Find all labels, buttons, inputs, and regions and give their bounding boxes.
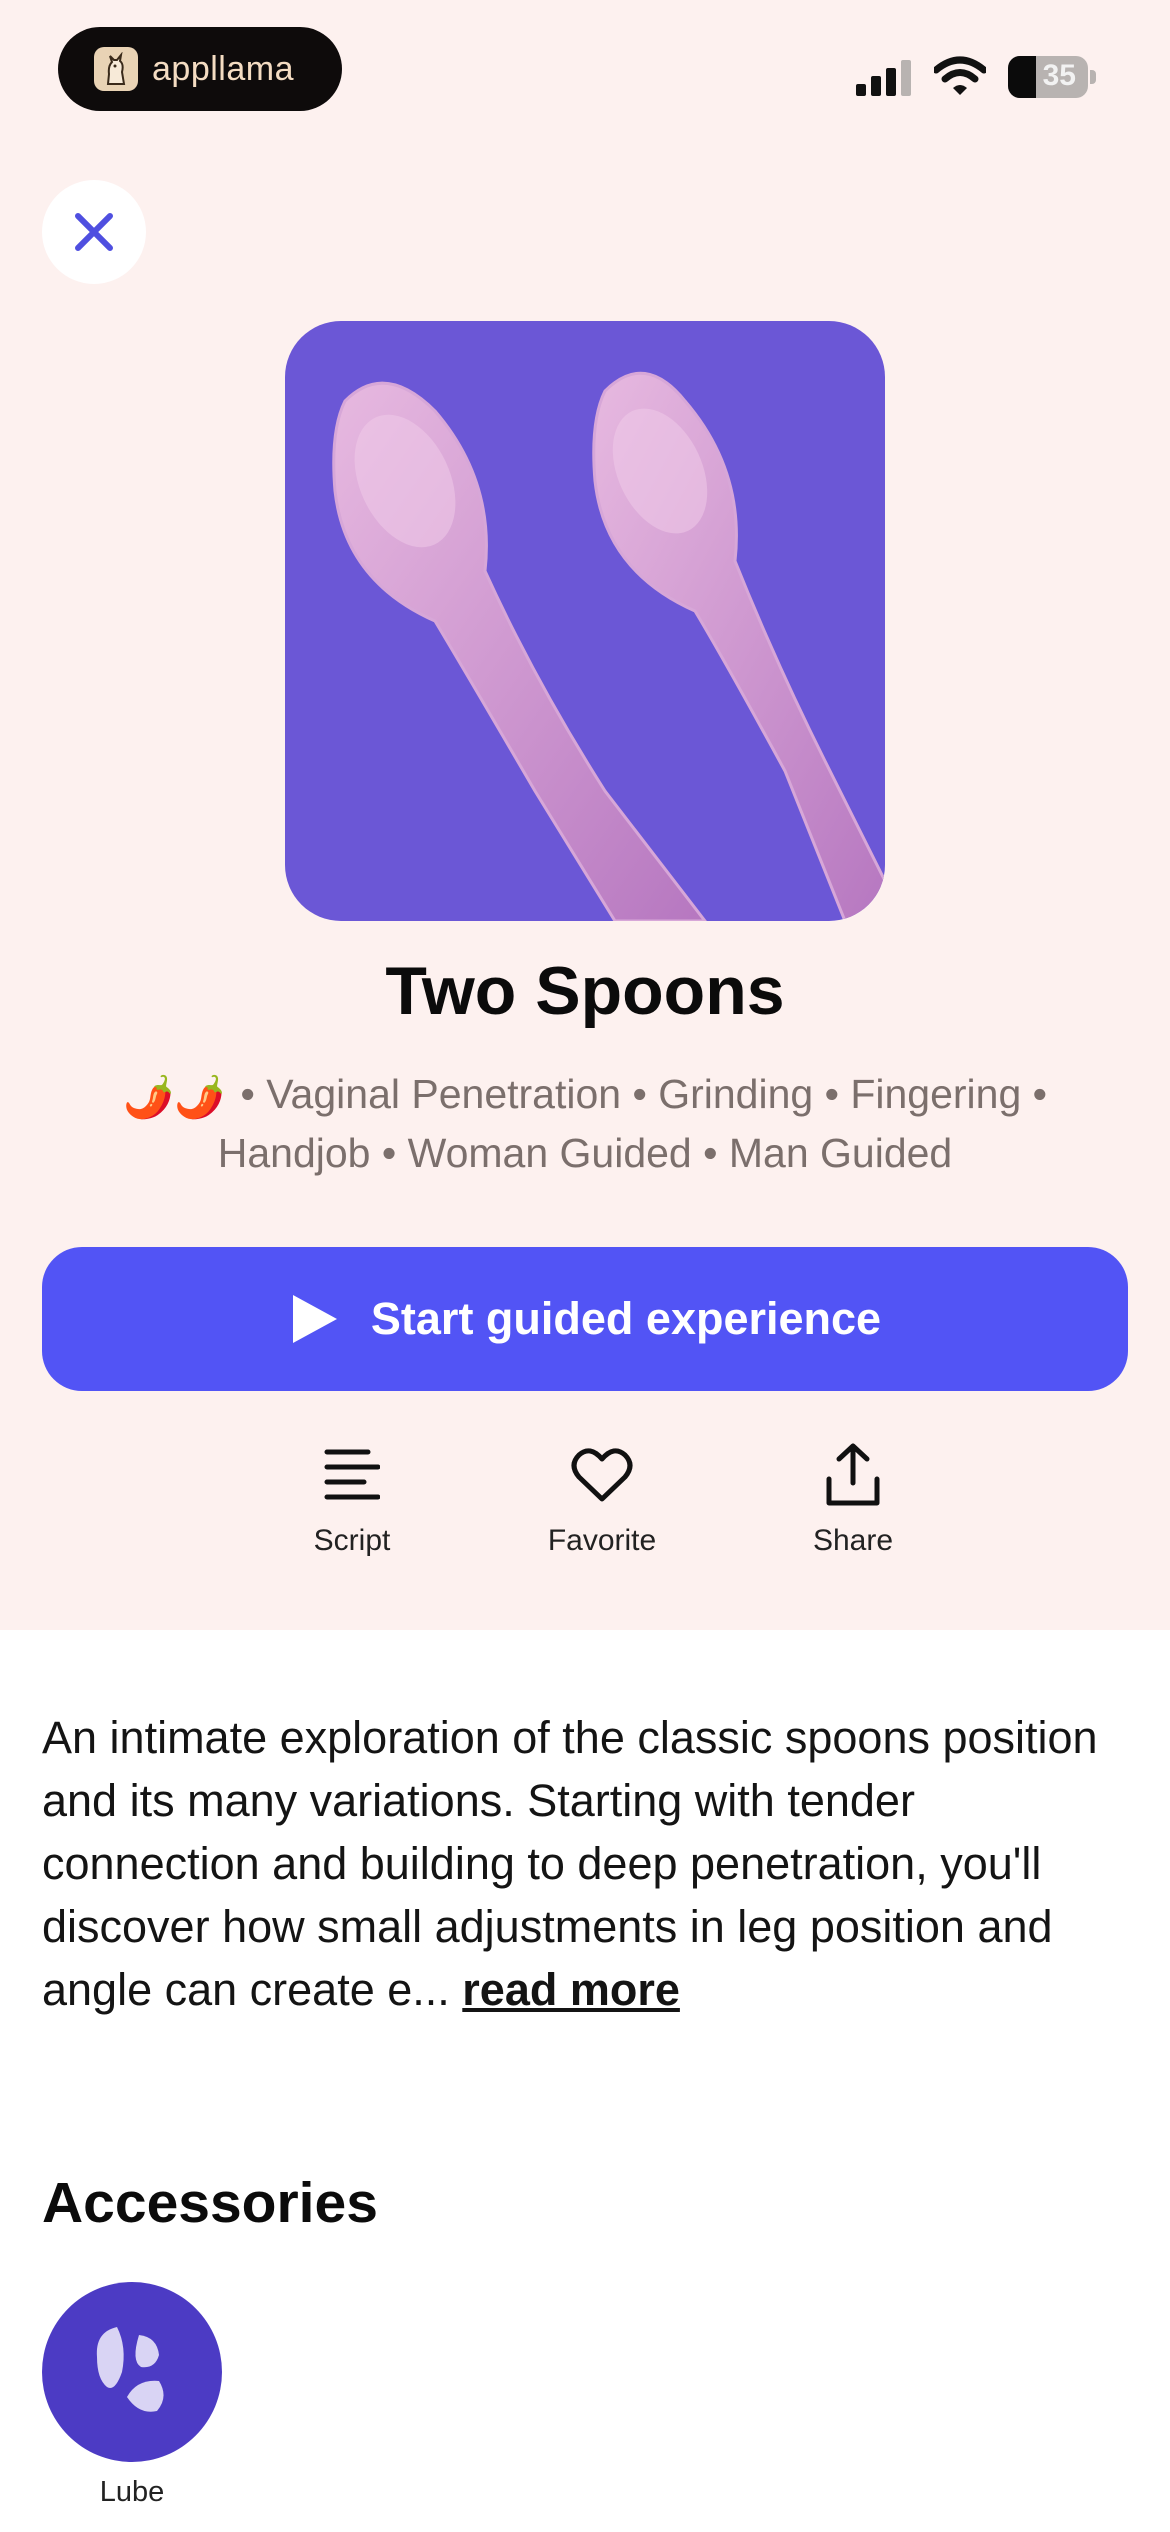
battery-tip: [1090, 70, 1096, 84]
battery-fill: [1008, 56, 1036, 98]
favorite-label: Favorite: [547, 1524, 657, 1557]
lube-drops-icon: [42, 2282, 222, 2462]
routine-tags: 🌶️🌶️ • Vaginal Penetration • Grinding • …: [90, 1066, 1080, 1181]
accessory-label: Lube: [99, 2476, 165, 2508]
accessory-item-lube[interactable]: Lube: [42, 2282, 222, 2509]
share-icon: [826, 1443, 880, 1506]
battery-icon: 35: [1008, 56, 1088, 98]
close-icon: [75, 213, 113, 251]
heart-icon: [571, 1448, 633, 1502]
script-button[interactable]: Script: [272, 1440, 432, 1558]
script-label: Script: [313, 1524, 391, 1557]
favorite-button[interactable]: Favorite: [522, 1440, 682, 1558]
close-button[interactable]: [42, 180, 146, 284]
wifi-icon: [934, 56, 986, 95]
start-button-label: Start guided experience: [370, 1293, 882, 1344]
brand-name: appllama: [152, 49, 294, 88]
share-button[interactable]: Share: [773, 1440, 933, 1558]
spoons-illustration: [332, 371, 885, 921]
llama-logo-icon: [94, 47, 138, 91]
play-icon: [292, 1295, 337, 1343]
routine-cover-image: [285, 321, 885, 921]
routine-title: Two Spoons: [385, 953, 785, 1029]
battery-percent: 35: [1042, 59, 1076, 92]
read-more-link[interactable]: read more: [462, 1964, 680, 2015]
start-guided-experience-button[interactable]: Start guided experience: [42, 1247, 1128, 1391]
recording-brand-pill: appllama: [58, 27, 342, 111]
cell-signal-icon: [856, 60, 911, 96]
accessories-heading: Accessories: [42, 2171, 378, 2235]
tags-line-2: Handjob • Woman Guided • Man Guided: [217, 1130, 953, 1177]
routine-description: An intimate exploration of the classic s…: [42, 1706, 1128, 2021]
intensity-chili-icon: 🌶️🌶️: [122, 1074, 226, 1121]
share-label: Share: [812, 1524, 894, 1557]
tags-line-1: • Vaginal Penetration • Grinding • Finge…: [240, 1071, 1048, 1117]
script-lines-icon: [324, 1449, 380, 1500]
